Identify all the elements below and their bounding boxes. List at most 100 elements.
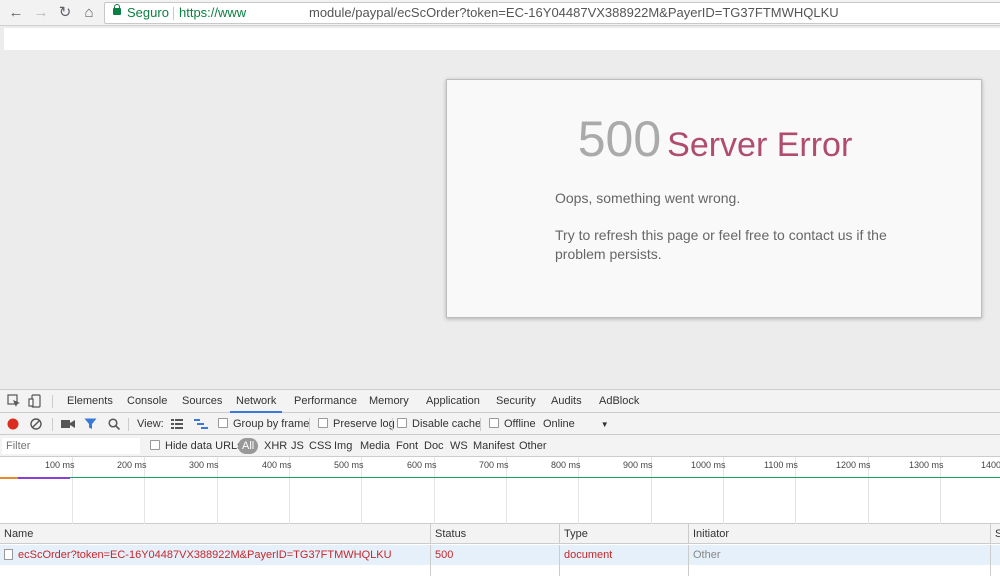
checkbox-box[interactable] [318,418,328,428]
filter-type-font[interactable]: Font [396,435,418,457]
throttling-value: Online [543,418,575,430]
column-header-name[interactable]: Name [0,524,33,544]
screenshot-camera-icon[interactable] [61,419,75,429]
request-name: ecScOrder?token=EC-16Y04487VX388922M&Pay… [18,549,392,561]
timeline-tick-label: 1000 ms [691,460,726,470]
filter-type-doc[interactable]: Doc [424,435,444,457]
tab-memory[interactable]: Memory [369,390,409,413]
filter-type-manifest[interactable]: Manifest [473,435,515,457]
filter-type-css[interactable]: CSS [309,435,332,457]
clear-icon[interactable] [30,418,42,430]
toolbar-separator [480,418,481,431]
filter-type-other[interactable]: Other [519,435,547,457]
checkbox-box[interactable] [489,418,499,428]
timeline-tick-label: 500 ms [334,460,364,470]
search-icon[interactable] [108,418,120,430]
offline-label: Offline [504,418,536,430]
large-rows-icon[interactable] [171,419,183,429]
device-toolbar-icon[interactable] [28,394,42,408]
filter-type-xhr[interactable]: XHR [264,435,287,457]
request-name-cell[interactable]: ecScOrder?token=EC-16Y04487VX388922M&Pay… [0,545,392,565]
secure-label: Seguro [127,5,169,20]
timeline-tick-label: 1200 ms [836,460,871,470]
reload-icon[interactable]: ↻ [55,3,75,23]
request-status: 500 [430,545,453,565]
request-initiator: Other [688,545,721,565]
network-timeline-overview[interactable]: 100 ms 200 ms 300 ms 400 ms 500 ms 600 m… [0,457,1000,524]
document-file-icon [4,549,13,560]
filter-type-ws[interactable]: WS [450,435,468,457]
timeline-tick-label: 1100 ms [764,460,798,470]
home-icon[interactable]: ⌂ [79,3,99,23]
error-message: Oops, something went wrong. [555,190,741,206]
column-divider [430,565,431,576]
timeline-tick-label: 100 ms [45,460,75,470]
filter-type-img[interactable]: Img [334,435,352,457]
toolbar-separator [309,418,310,431]
timeline-tick-label: 600 ms [407,460,437,470]
filter-type-all[interactable]: All [238,438,259,454]
filter-bar: Hide data URLs All XHR JS CSS Img Media … [0,435,1000,457]
filter-type-media[interactable]: Media [360,435,390,457]
hide-data-urls-label: Hide data URLs [165,440,243,452]
timeline-tick-label: 800 ms [551,460,581,470]
timeline-tick-label: 900 ms [623,460,653,470]
tab-separator [52,395,53,408]
error-hint: Try to refresh this page or feel free to… [555,227,887,262]
forward-icon[interactable]: → [31,3,51,23]
column-header-size[interactable]: S [990,524,1000,544]
disable-cache-label: Disable cache [412,418,482,430]
timeline-load-bar [0,477,1000,478]
column-divider [990,565,991,576]
tab-security[interactable]: Security [496,390,536,413]
timeline-tick-label: 1400 [981,460,1000,470]
url-path: module/paypal/ecScOrder?token=EC-16Y0448… [309,5,839,20]
tab-adblock[interactable]: AdBlock [599,390,639,413]
offline-checkbox[interactable]: Offline [489,413,536,435]
column-header-type[interactable]: Type [559,524,588,544]
throttling-select[interactable]: Online ▼ [543,413,609,435]
waterfall-icon[interactable] [194,419,208,429]
filter-type-js[interactable]: JS [291,435,304,457]
hide-data-urls-checkbox[interactable]: Hide data URLs [150,435,243,457]
checkbox-box[interactable] [150,440,160,450]
address-bar[interactable]: Seguro https://www module/paypal/ecScOrd… [104,2,1000,24]
devtools-tabbar: Elements Console Sources Network Perform… [0,390,1000,413]
timeline-tick-label: 400 ms [262,460,292,470]
column-header-initiator[interactable]: Initiator [688,524,729,544]
tab-network[interactable]: Network [230,390,283,413]
timeline-tick-label: 700 ms [479,460,509,470]
checkbox-box[interactable] [397,418,407,428]
checkbox-box[interactable] [218,418,228,428]
table-row[interactable]: ecScOrder?token=EC-16Y04487VX388922M&Pay… [0,545,1000,565]
url-protocol-host: https://www [179,5,247,20]
request-type: document [559,545,612,565]
filter-icon[interactable] [84,418,97,430]
table-empty-row [0,565,1000,576]
tab-sources[interactable]: Sources [182,390,222,413]
preserve-log-checkbox[interactable]: Preserve log [318,413,395,435]
filter-input[interactable] [2,438,140,454]
tab-audits[interactable]: Audits [551,390,582,413]
back-icon[interactable]: ← [6,3,26,23]
tab-elements[interactable]: Elements [67,390,113,413]
browser-toolbar: ← → ↻ ⌂ Seguro https://www module/paypal… [0,0,1000,26]
error-code: 500 [577,111,662,167]
preserve-log-label: Preserve log [333,418,395,430]
column-header-status[interactable]: Status [430,524,466,544]
tab-application[interactable]: Application [426,390,480,413]
disable-cache-checkbox[interactable]: Disable cache [397,413,481,435]
record-icon[interactable] [7,418,19,430]
timeline-tick-label: 300 ms [189,460,219,470]
group-by-frame-label: Group by frame [233,418,310,430]
address-separator [173,7,174,20]
tab-performance[interactable]: Performance [294,390,357,413]
inspect-element-icon[interactable] [7,394,21,408]
timeline-waiting-bar [0,477,18,479]
toolbar-separator [392,418,393,431]
requests-table-header: Name Status Type Initiator S [0,524,1000,544]
timeline-tick-label: 200 ms [117,460,147,470]
error-title: Server Error [667,126,853,164]
group-by-frame-checkbox[interactable]: Group by frame [218,413,309,435]
tab-console[interactable]: Console [127,390,167,413]
